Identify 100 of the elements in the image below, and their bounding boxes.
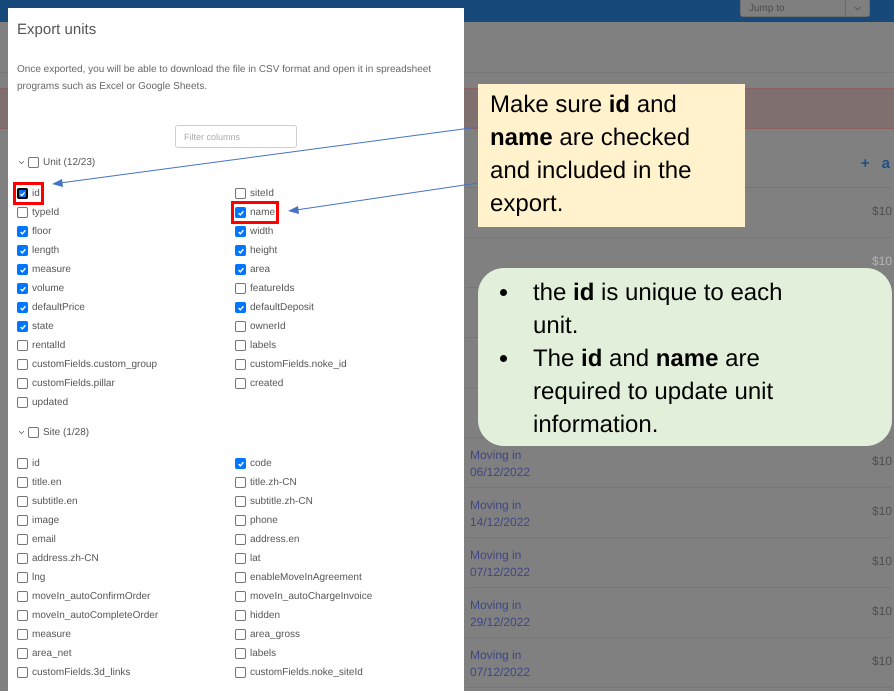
field-label: measure [32, 628, 71, 642]
field-label: length [32, 244, 60, 258]
checkbox[interactable] [17, 226, 28, 237]
field-label: updated [32, 396, 68, 410]
checkmark-icon [18, 266, 26, 274]
status-text[interactable]: Moving in [470, 597, 530, 614]
checkbox[interactable] [235, 458, 246, 469]
checkbox[interactable] [235, 207, 246, 218]
checkbox[interactable] [17, 534, 28, 545]
filter-field[interactable]: Filter columns [175, 125, 297, 148]
checkbox[interactable] [17, 245, 28, 256]
checkbox[interactable] [235, 515, 246, 526]
checkbox[interactable] [17, 264, 28, 275]
field-label: customFields.custom_group [32, 358, 158, 372]
field-label: typeId [32, 206, 60, 220]
status-text[interactable]: Moving in [470, 497, 530, 514]
checkbox[interactable] [17, 477, 28, 488]
field-label: subtitle.zh-CN [250, 495, 313, 509]
field-label: address.zh-CN [32, 552, 99, 566]
checkbox[interactable] [235, 283, 246, 294]
field-label: created [250, 377, 284, 391]
checkbox[interactable] [235, 340, 246, 351]
checkmark-icon [18, 228, 26, 236]
field-label: name [250, 206, 276, 220]
checkbox[interactable] [235, 477, 246, 488]
group-label: Unit (12/23) [43, 156, 96, 170]
checkbox[interactable] [235, 496, 246, 507]
bullet-text: The id and name are required to update unit information. [533, 344, 774, 440]
header-action[interactable]: + [860, 152, 870, 175]
checkbox[interactable] [235, 667, 246, 678]
date-text: 07/12/2022 [470, 664, 530, 681]
checkbox[interactable] [235, 302, 246, 313]
checkbox[interactable] [17, 553, 28, 564]
checkbox[interactable] [235, 572, 246, 583]
checkbox[interactable] [17, 667, 28, 678]
field-label: enableMoveInAgreement [250, 571, 362, 585]
field-label: measure [32, 263, 71, 277]
field-label: moveIn_autoChargeInvoice [250, 590, 372, 604]
checkbox[interactable] [28, 426, 39, 438]
date-text: 06/12/2022 [470, 464, 530, 481]
field-label: floor [32, 225, 52, 239]
checkbox[interactable] [17, 496, 28, 507]
header-action[interactable]: a [882, 152, 890, 175]
checkbox[interactable] [17, 591, 28, 602]
status-text[interactable]: Moving in [470, 547, 530, 564]
checkmark-icon [236, 304, 244, 312]
bullet-text: the id is unique to each unit. [533, 278, 784, 341]
checkbox[interactable] [17, 397, 28, 408]
checkbox[interactable] [235, 534, 246, 545]
status-text[interactable]: Moving in [470, 447, 530, 464]
field-label: featureIds [250, 282, 294, 296]
bullet-icon [500, 289, 507, 296]
checkmark-icon [18, 304, 26, 312]
checkbox[interactable] [17, 302, 28, 313]
checkbox[interactable] [235, 629, 246, 640]
checkbox[interactable] [235, 591, 246, 602]
group-label: Site (1/28) [43, 426, 90, 440]
dialog-description: Once exported, you will be able to download the file in CSV format and open it in spreadsheet programs such as Excel or Google Sheets. [17, 63, 432, 94]
checkbox[interactable] [235, 378, 246, 389]
checkbox[interactable] [17, 378, 28, 389]
field-label: volume [32, 282, 64, 296]
checkbox[interactable] [28, 156, 39, 168]
checkbox[interactable] [17, 515, 28, 526]
checkbox[interactable] [17, 359, 28, 370]
checkbox[interactable] [235, 188, 246, 199]
field-label: area_gross [250, 628, 300, 642]
field-label: state [32, 320, 54, 334]
checkbox[interactable] [235, 264, 246, 275]
checkbox[interactable] [235, 553, 246, 564]
checkbox[interactable] [235, 610, 246, 621]
note-text: Make sure id and name are checked and included in the export. [490, 90, 692, 219]
checkbox[interactable] [235, 648, 246, 659]
checkbox[interactable] [17, 188, 28, 199]
checkmark-icon [19, 190, 26, 198]
field-label: customFields.noke_siteId [250, 666, 363, 680]
checkbox[interactable] [235, 226, 246, 237]
field-label: ownerId [250, 320, 286, 334]
checkbox[interactable] [17, 648, 28, 659]
checkbox[interactable] [17, 458, 28, 469]
checkbox[interactable] [235, 245, 246, 256]
field-label: title.zh-CN [250, 476, 297, 490]
checkmark-icon [18, 284, 26, 292]
checkbox[interactable] [17, 629, 28, 640]
field-label: lng [32, 571, 46, 585]
checkbox[interactable] [17, 340, 28, 351]
checkbox[interactable] [17, 321, 28, 332]
field-label: rentalId [32, 339, 66, 353]
field-label: image [32, 514, 60, 528]
bullet-icon [500, 355, 507, 362]
checkbox[interactable] [235, 359, 246, 370]
checkbox[interactable] [17, 207, 28, 218]
checkbox[interactable] [235, 321, 246, 332]
field-label: moveIn_autoCompleteOrder [32, 609, 158, 623]
checkbox[interactable] [17, 610, 28, 621]
checkbox[interactable] [17, 283, 28, 294]
checkbox[interactable] [17, 572, 28, 583]
dialog-title: Export units [17, 20, 98, 40]
status-text[interactable]: Moving in [470, 647, 530, 664]
field-label: customFields.noke_id [250, 358, 347, 372]
field-label: subtitle.en [32, 495, 78, 509]
